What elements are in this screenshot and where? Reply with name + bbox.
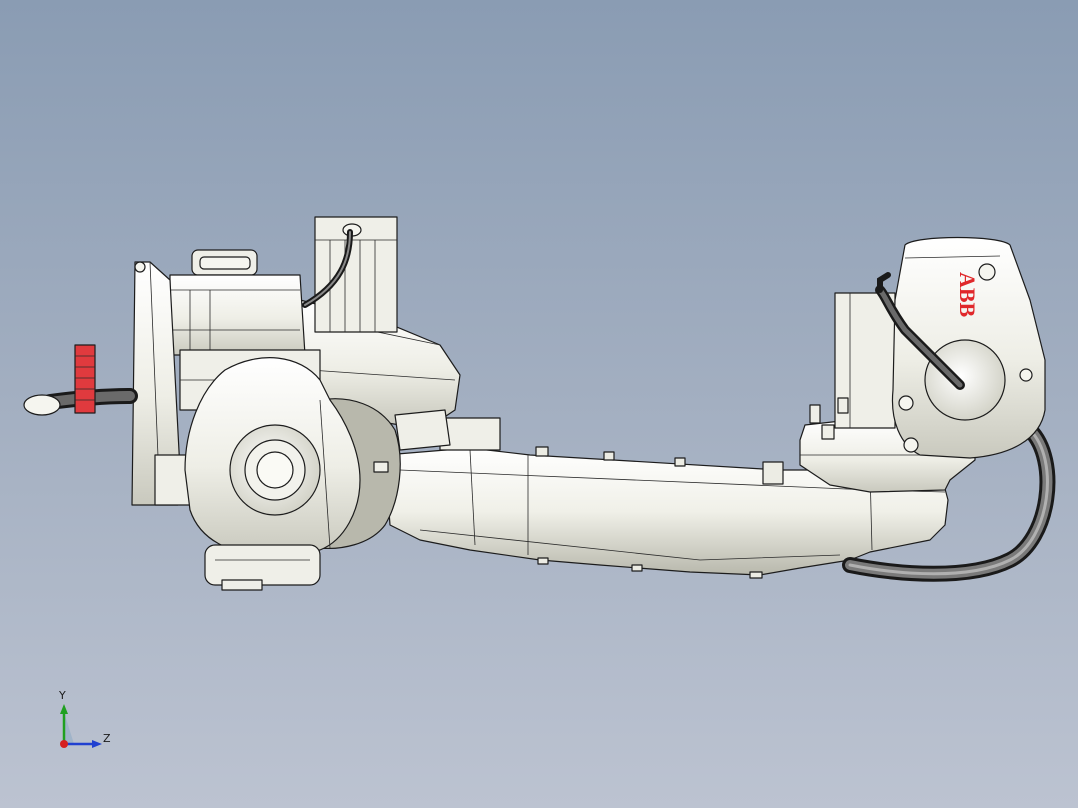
cad-viewport[interactable]: ABB Y Z <box>0 0 1078 808</box>
y-axis-label: Y <box>59 689 66 702</box>
tool-handle <box>23 344 138 416</box>
robot-arm-model[interactable]: ABB <box>0 0 1078 808</box>
abb-logo: ABB <box>955 272 980 318</box>
motor-housing-right: ABB <box>875 236 1046 459</box>
z-axis-label: Z <box>103 732 111 745</box>
x-axis-point <box>60 740 68 748</box>
